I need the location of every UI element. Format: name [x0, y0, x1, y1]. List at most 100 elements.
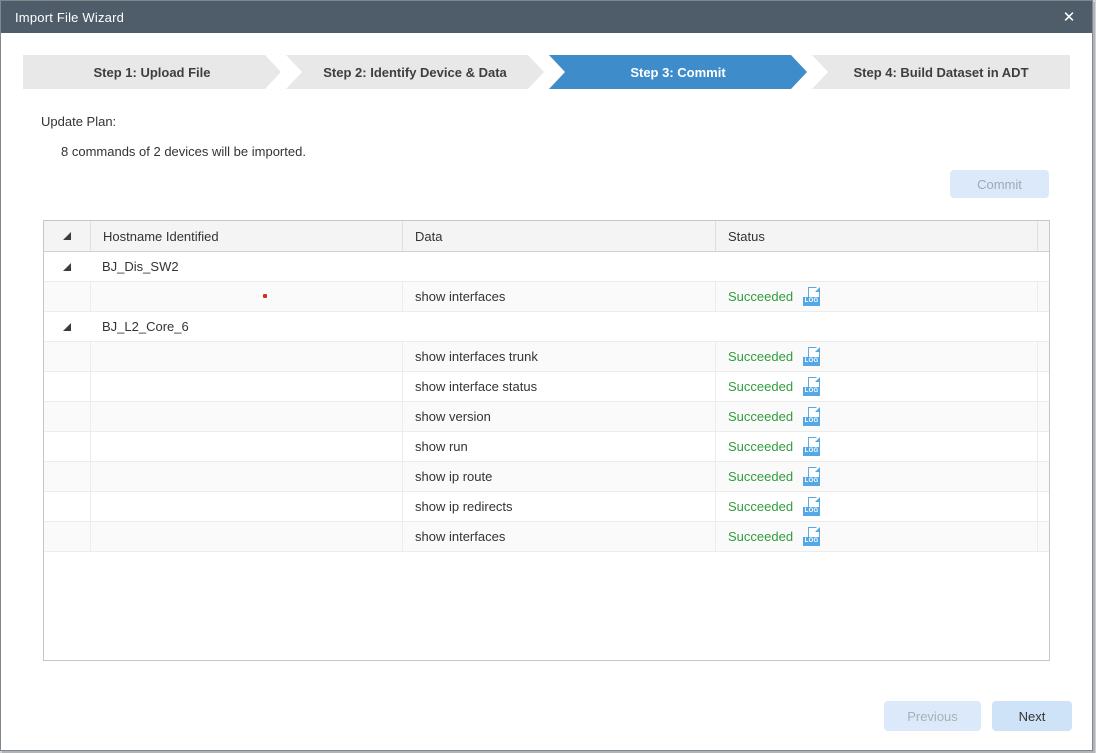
log-fold-shape: [815, 377, 820, 382]
column-header-hostname[interactable]: Hostname Identified: [90, 221, 402, 251]
row-expander-spacer: [44, 492, 90, 521]
command-data-cell: show interfaces: [402, 522, 715, 551]
close-icon[interactable]: ✕: [1060, 8, 1078, 26]
step-2-identify-device-data[interactable]: Step 2: Identify Device & Data: [286, 55, 544, 89]
command-row[interactable]: show interfaces Succeeded LOG: [44, 522, 1049, 552]
status-succeeded-text: Succeeded: [728, 529, 793, 544]
status-succeeded-text: Succeeded: [728, 289, 793, 304]
command-data-cell: show interface status: [402, 372, 715, 401]
command-status-cell: Succeeded LOG: [715, 342, 1037, 371]
command-row[interactable]: show versionSucceededLOG: [44, 402, 1049, 432]
row-hostname-cell: [90, 402, 402, 431]
log-icon[interactable]: LOG: [803, 497, 820, 516]
row-hostname-cell: [90, 522, 402, 551]
log-icon[interactable]: LOG: [803, 287, 820, 306]
command-row[interactable]: show interfaces Succeeded LOG: [44, 282, 1049, 312]
log-icon[interactable]: LOG: [803, 437, 820, 456]
command-row[interactable]: show interfaces trunk Succeeded LOG: [44, 342, 1049, 372]
group-expand-triangle-icon[interactable]: [63, 323, 71, 331]
log-badge-label: LOG: [803, 477, 820, 486]
step-3-commit[interactable]: Step 3: Commit: [549, 55, 807, 89]
expander-header-cell: [44, 221, 90, 251]
group-row[interactable]: BJ_L2_Core_6: [44, 312, 1049, 342]
row-spacer: [1037, 522, 1049, 551]
row-hostname-cell: [90, 492, 402, 521]
command-data-cell: show interfaces: [402, 282, 715, 311]
step-2-label: Step 2: Identify Device & Data: [323, 65, 507, 80]
group-expander-cell[interactable]: [44, 252, 90, 281]
column-header-status[interactable]: Status: [715, 221, 1037, 251]
row-spacer: [1037, 402, 1049, 431]
commit-row: Commit: [1, 170, 1049, 198]
status-succeeded-text: Succeeded: [728, 379, 793, 394]
next-button[interactable]: Next: [992, 701, 1072, 731]
command-status-cell: SucceededLOG: [715, 492, 1037, 521]
command-row[interactable]: show ip redirectsSucceededLOG: [44, 492, 1049, 522]
log-icon[interactable]: LOG: [803, 377, 820, 396]
step-1-label: Step 1: Upload File: [93, 65, 210, 80]
status-succeeded-text: Succeeded: [728, 349, 793, 364]
column-header-data[interactable]: Data: [402, 221, 715, 251]
row-spacer: [1037, 492, 1049, 521]
step-4-build-dataset-adt[interactable]: Step 4: Build Dataset in ADT: [812, 55, 1070, 89]
log-badge-label: LOG: [803, 387, 820, 396]
command-status-cell: Succeeded LOG: [715, 282, 1037, 311]
row-hostname-cell: [90, 432, 402, 461]
row-expander-spacer: [44, 462, 90, 491]
command-row[interactable]: show interface status Succeeded LOG: [44, 372, 1049, 402]
log-icon[interactable]: LOG: [803, 467, 820, 486]
log-fold-shape: [815, 407, 820, 412]
log-icon[interactable]: LOG: [803, 347, 820, 366]
command-data-cell: show ip redirects: [402, 492, 715, 521]
row-hostname-cell: [90, 462, 402, 491]
row-expander-spacer: [44, 522, 90, 551]
log-fold-shape: [815, 497, 820, 502]
commit-button[interactable]: Commit: [950, 170, 1049, 198]
group-expand-triangle-icon[interactable]: [63, 263, 71, 271]
previous-button[interactable]: Previous: [884, 701, 981, 731]
log-badge-label: LOG: [803, 537, 820, 546]
log-fold-shape: [815, 467, 820, 472]
update-plan-label: Update Plan:: [41, 114, 1092, 129]
row-spacer: [1037, 282, 1049, 311]
log-icon[interactable]: LOG: [803, 527, 820, 546]
command-status-cell: Succeeded LOG: [715, 522, 1037, 551]
row-spacer: [1037, 462, 1049, 491]
command-data-cell: show interfaces trunk: [402, 342, 715, 371]
log-fold-shape: [815, 527, 820, 532]
command-status-cell: Succeeded LOG: [715, 372, 1037, 401]
group-hostname: BJ_Dis_SW2: [90, 252, 179, 281]
row-expander-spacer: [44, 282, 90, 311]
command-data-cell: show run: [402, 432, 715, 461]
log-fold-shape: [815, 347, 820, 352]
footer-buttons: Previous Next: [884, 701, 1072, 731]
command-row[interactable]: show ip route Succeeded LOG: [44, 462, 1049, 492]
group-hostname: BJ_L2_Core_6: [90, 312, 189, 341]
command-row[interactable]: show run Succeeded LOG: [44, 432, 1049, 462]
step-4-label: Step 4: Build Dataset in ADT: [853, 65, 1028, 80]
step-3-label: Step 3: Commit: [630, 65, 725, 80]
table-body: BJ_Dis_SW2show interfaces Succeeded LOG BJ_…: [44, 252, 1049, 552]
status-succeeded-text: Succeeded: [728, 469, 793, 484]
status-succeeded-text: Succeeded: [728, 409, 793, 424]
log-badge-label: LOG: [803, 297, 820, 306]
command-data-cell: show ip route: [402, 462, 715, 491]
table-header: Hostname Identified Data Status: [44, 221, 1049, 252]
command-status-cell: Succeeded LOG: [715, 432, 1037, 461]
command-status-cell: Succeeded LOG: [715, 402, 1037, 431]
commands-table: Hostname Identified Data Status BJ_Dis_S…: [43, 220, 1050, 661]
log-badge-label: LOG: [803, 447, 820, 456]
row-spacer: [1037, 342, 1049, 371]
group-expander-cell[interactable]: [44, 312, 90, 341]
log-fold-shape: [815, 287, 820, 292]
red-dot-artifact: [263, 294, 267, 298]
step-1-upload-file[interactable]: Step 1: Upload File: [23, 55, 281, 89]
group-row[interactable]: BJ_Dis_SW2: [44, 252, 1049, 282]
collapse-triangle-icon: [63, 232, 71, 240]
row-hostname-cell: [90, 372, 402, 401]
log-icon[interactable]: LOG: [803, 407, 820, 426]
plan-summary-text: 8 commands of 2 devices will be imported…: [61, 144, 1092, 159]
status-succeeded-text: Succeeded: [728, 439, 793, 454]
header-spacer: [1037, 221, 1049, 251]
log-badge-label: LOG: [803, 417, 820, 426]
